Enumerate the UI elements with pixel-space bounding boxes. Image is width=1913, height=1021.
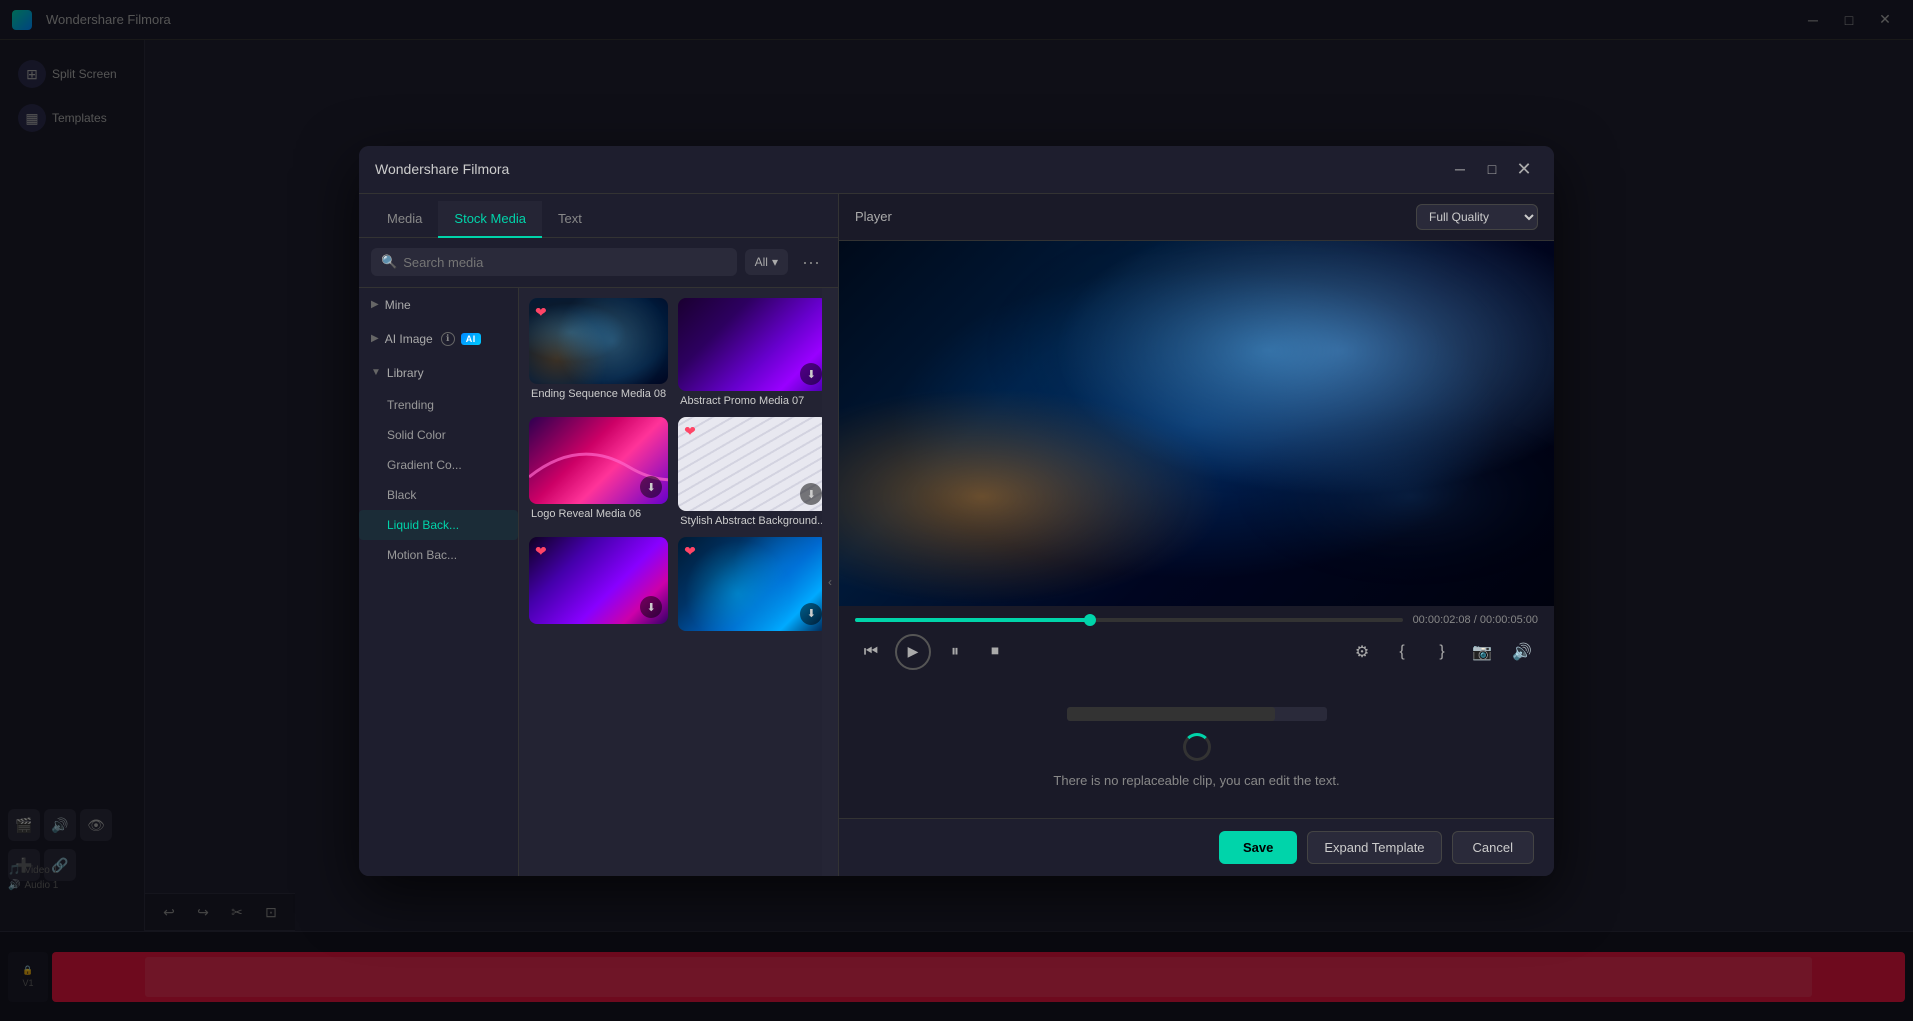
app-background: Wondershare Filmora ─ □ ✕ ⊞ Split Screen… <box>0 0 1913 1021</box>
filter-label: All <box>755 255 768 269</box>
player-label: Player <box>855 209 892 224</box>
lib-item-trending[interactable]: Trending <box>359 390 518 420</box>
progress-handle[interactable] <box>1084 614 1096 626</box>
lib-item-gradient-co[interactable]: Gradient Co... <box>359 450 518 480</box>
media-thumb-1[interactable]: ❤ <box>529 298 668 385</box>
settings-icon[interactable]: ⚙ <box>1346 636 1378 668</box>
list-item: ❤ Ending Sequence Media 08 <box>529 298 668 408</box>
save-button[interactable]: Save <box>1219 831 1297 864</box>
loading-spinner <box>1183 733 1211 761</box>
lib-item-solid-color[interactable]: Solid Color <box>359 420 518 450</box>
list-item: ⬇ Logo Reveal Media 06 <box>529 417 668 527</box>
time-display: 00:00:02:08 / 00:00:05:00 <box>1413 614 1538 626</box>
list-item: ❤ ⬇ Stylish Abstract Background... <box>678 417 822 527</box>
dialog-footer: Save Expand Template Cancel <box>839 818 1554 876</box>
list-item: ❤ ⬇ <box>529 537 668 635</box>
placeholder-bar <box>1067 707 1327 721</box>
ai-badge: AI <box>461 333 481 345</box>
player-svg-overlay <box>839 241 1554 606</box>
dialog-titlebar: Wondershare Filmora ─ □ ✕ <box>359 146 1554 194</box>
dialog-content: Media Stock Media Text 🔍 <box>359 194 1554 876</box>
dialog: Wondershare Filmora ─ □ ✕ Media <box>359 146 1554 876</box>
player-controls: 00:00:02:08 / 00:00:05:00 ⏮ ▶ ⏸ ⏹ ⚙ <box>839 606 1554 678</box>
cancel-button[interactable]: Cancel <box>1452 831 1534 864</box>
loading-area <box>1183 733 1211 761</box>
dialog-close-button[interactable]: ✕ <box>1510 155 1538 183</box>
screenshot-icon[interactable]: 📷 <box>1466 636 1498 668</box>
progress-fill <box>855 618 1090 622</box>
media-thumb-6[interactable]: ❤ ⬇ <box>678 537 822 631</box>
volume-icon[interactable]: 🔊 <box>1506 636 1538 668</box>
dialog-maximize-button[interactable]: □ <box>1478 155 1506 183</box>
mine-chevron-icon: ▶ <box>371 299 379 310</box>
placeholder-bar-inner <box>1067 707 1275 721</box>
no-clip-message: There is no replaceable clip, you can ed… <box>1053 773 1339 788</box>
chevron-down-icon: ▾ <box>772 255 778 269</box>
tab-media[interactable]: Media <box>371 201 438 238</box>
search-bar: 🔍 All ▾ ··· <box>359 238 838 288</box>
media-grid: ❤ Ending Sequence Media 08 ⬇ <box>519 288 822 876</box>
quality-select[interactable]: Full Quality High Quality Medium Quality <box>1416 204 1538 230</box>
list-item: ❤ ⬇ <box>678 537 822 635</box>
expand-template-button[interactable]: Expand Template <box>1307 831 1441 864</box>
bracket-open-icon[interactable]: { <box>1386 636 1418 668</box>
progress-bar-wrap: 00:00:02:08 / 00:00:05:00 <box>855 614 1538 626</box>
lib-item-liquid-back[interactable]: Liquid Back... <box>359 510 518 540</box>
lib-section-mine[interactable]: ▶ Mine <box>359 288 518 322</box>
ai-image-label: AI Image <box>385 332 433 346</box>
library-chevron-icon: ▼ <box>371 367 381 378</box>
dialog-editor: There is no replaceable clip, you can ed… <box>839 678 1554 818</box>
more-options-button[interactable]: ··· <box>796 248 826 277</box>
search-icon: 🔍 <box>381 254 397 270</box>
dialog-title: Wondershare Filmora <box>375 161 509 177</box>
pause-button[interactable]: ⏸ <box>939 636 971 668</box>
lib-section-ai-image[interactable]: ▶ AI Image ℹ AI <box>359 322 518 356</box>
player-viewport <box>839 241 1554 606</box>
lib-item-black[interactable]: Black <box>359 480 518 510</box>
bracket-close-icon[interactable]: } <box>1426 636 1458 668</box>
dialog-right-panel: Player Full Quality High Quality Medium … <box>839 194 1554 876</box>
collapse-panel-button[interactable]: ‹ <box>822 288 838 876</box>
thumb-label-2: Abstract Promo Media 07 <box>678 395 822 407</box>
library-label: Library <box>387 366 424 380</box>
lib-item-motion-back[interactable]: Motion Bac... <box>359 540 518 570</box>
filter-button[interactable]: All ▾ <box>745 249 788 275</box>
ai-info-icon: ℹ <box>441 332 455 346</box>
thumb-label-1: Ending Sequence Media 08 <box>529 388 668 400</box>
library-sidebar: ▶ Mine ▶ AI Image ℹ AI ▼ L <box>359 288 519 876</box>
player-header: Player Full Quality High Quality Medium … <box>839 194 1554 241</box>
tab-stock-media[interactable]: Stock Media <box>438 201 542 238</box>
list-item: ⬇ Abstract Promo Media 07 <box>678 298 822 408</box>
dialog-overlay: Wondershare Filmora ─ □ ✕ Media <box>0 0 1913 1021</box>
tab-text[interactable]: Text <box>542 201 598 238</box>
dialog-minimize-button[interactable]: ─ <box>1446 155 1474 183</box>
player-preview <box>839 241 1554 606</box>
controls-row: ⏮ ▶ ⏸ ⏹ ⚙ { } 📷 🔊 <box>855 634 1538 670</box>
search-input[interactable] <box>403 255 726 270</box>
tab-bar: Media Stock Media Text <box>359 194 838 238</box>
mine-label: Mine <box>385 298 411 312</box>
progress-bar[interactable] <box>855 618 1403 622</box>
media-thumb-4[interactable]: ❤ ⬇ <box>678 417 822 511</box>
play-button[interactable]: ▶ <box>895 634 931 670</box>
library-split: ▶ Mine ▶ AI Image ℹ AI ▼ L <box>359 288 838 876</box>
stop-button[interactable]: ⏹ <box>979 636 1011 668</box>
media-thumb-3[interactable]: ⬇ <box>529 417 668 504</box>
media-thumb-2[interactable]: ⬇ <box>678 298 822 392</box>
skip-back-button[interactable]: ⏮ <box>855 636 887 668</box>
ai-image-chevron-icon: ▶ <box>371 333 379 344</box>
media-thumb-5[interactable]: ❤ ⬇ <box>529 537 668 624</box>
thumb-label-3: Logo Reveal Media 06 <box>529 508 668 520</box>
lib-section-library[interactable]: ▼ Library <box>359 356 518 390</box>
dialog-left-panel: Media Stock Media Text 🔍 <box>359 194 839 876</box>
thumb-label-4: Stylish Abstract Background... <box>678 515 822 527</box>
search-input-wrap: 🔍 <box>371 248 737 276</box>
